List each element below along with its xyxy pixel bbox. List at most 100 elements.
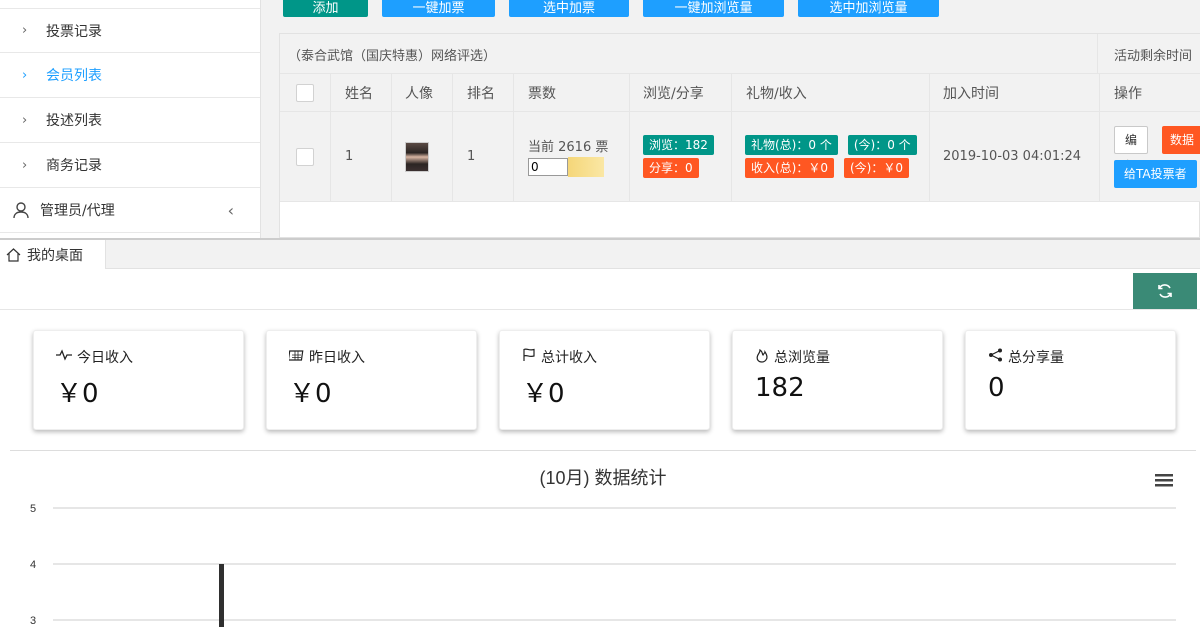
flag-icon [522,348,536,366]
sidebar-item-member-list[interactable]: › 会员列表 [0,53,260,98]
gifts-income-cell: 礼物(总)：0 个 (今)：0 个 收入(总)：￥0 (今)：￥0 [731,112,929,202]
gift-total-badge: 礼物(总)：0 个 [745,135,838,155]
stat-value: 0 [988,373,1005,403]
sidebar-item-label: 投票记录 [46,23,102,40]
tab-bar: 我的桌面 [0,238,1200,269]
name-cell: 1 [330,112,391,202]
share-icon [988,348,1003,366]
vote-for-button[interactable]: 给TA投票者 [1114,159,1197,188]
shares-badge: 分享：0 [643,158,699,178]
stat-card-yesterday-income: 昨日收入 ￥0 [266,330,477,430]
row-checkbox[interactable] [296,147,314,166]
home-icon [6,247,21,262]
sidebar-item-complaint-list[interactable]: › 投述列表 [0,98,260,143]
add-button[interactable]: 添加 [283,0,368,17]
actions-cell: 编辑 数据 给TA投票者 [1099,112,1200,202]
selected-add-votes-button[interactable]: 选中加票 [509,0,629,17]
stat-card-total-shares: 总分享量 0 [965,330,1176,430]
tab-my-desktop[interactable]: 我的桌面 [0,240,106,269]
gift-today-badge: (今)：0 个 [847,135,917,155]
chevron-right-icon: › [22,157,28,173]
sidebar: › 投票记录 › 会员列表 › 投述列表 › 商务记录 管理员/代理 ‹ [0,0,261,238]
chevron-right-icon: › [22,67,28,83]
row-select-cell [280,112,330,202]
divider [629,74,630,202]
refresh-button[interactable] [1133,273,1197,309]
y-tick-label: 5 [30,503,36,515]
stat-value: ￥0 [289,379,332,409]
sidebar-item-business-records[interactable]: › 商务记录 [0,143,260,188]
chevron-right-icon: › [22,23,28,38]
divider [330,74,331,202]
column-header[interactable]: 操作 [1099,74,1200,112]
member-table: （泰合武馆（国庆特惠）网络评选） 活动剩余时间 姓名 人像 排名 票数 浏览/分… [279,33,1200,238]
views-badge: 浏览：182 [643,135,714,155]
column-header[interactable]: 人像 [391,74,452,112]
column-header[interactable]: 礼物/收入 [731,74,929,112]
desktop-toolbar [0,269,1200,310]
select-all-checkbox[interactable] [296,83,314,102]
current-votes-text: 当前 2616 票 [528,140,609,155]
avatar[interactable] [405,141,429,172]
votes-cell: 当前 2616 票 0 [513,112,629,202]
income-today-badge: (今)：￥0 [844,158,909,178]
stat-card-total-views: 总浏览量 182 [732,330,943,430]
stat-title: 今日收入 [77,350,133,366]
stat-title: 总计收入 [541,350,597,366]
sidebar-item-admin[interactable]: 管理员/代理 ‹ [0,188,260,233]
divider [1097,34,1098,74]
chevron-left-icon: ‹ [227,200,234,220]
tab-label: 我的桌面 [27,247,83,264]
stat-title: 总浏览量 [774,350,830,366]
selected-add-views-button[interactable]: 选中加浏览量 [798,0,939,17]
chevron-right-icon: › [22,112,28,128]
divider [452,74,453,202]
column-header[interactable]: 姓名 [330,74,391,112]
divider [513,74,514,202]
join-time-cell: 2019-10-03 04:01:24 [929,112,1099,202]
divider [731,74,732,202]
stat-value: ￥0 [522,379,565,409]
column-header[interactable]: 浏览/分享 [629,74,731,112]
sidebar-item-label: 投述列表 [46,113,102,129]
chart-title: (10月) 数据统计 [539,468,666,488]
rank-cell: 1 [452,112,513,202]
y-tick-label: 3 [30,615,36,627]
chart-menu-icon[interactable] [1155,474,1173,487]
portrait-cell [391,112,452,202]
stat-title: 总分享量 [1008,350,1064,366]
divider [391,74,392,202]
stats-chart: (10月) 数据统计 5 4 3 [30,468,1176,627]
chart-bar[interactable] [219,564,224,627]
column-header[interactable]: 排名 [452,74,513,112]
remaining-time-label: 活动剩余时间 [1114,49,1193,64]
sidebar-item-vote-records[interactable]: › 投票记录 [0,8,260,53]
fire-icon [755,348,769,367]
stat-card-today-income: 今日收入 ￥0 [33,330,244,430]
vote-amount-input[interactable]: 0 [528,158,568,176]
bulk-add-votes-button[interactable]: 一键加票 [382,0,495,17]
refresh-icon [1156,282,1174,300]
divider [1099,74,1100,202]
user-icon [12,201,40,219]
table-caption: （泰合武馆（国庆特惠）网络评选） 活动剩余时间 [280,34,1200,74]
bulk-add-views-button[interactable]: 一键加浏览量 [643,0,784,17]
sidebar-item-label: 商务记录 [46,158,102,174]
edit-button[interactable]: 编辑 [1114,125,1149,173]
stat-value: ￥0 [56,379,99,409]
income-total-badge: 收入(总)：￥0 [745,158,834,178]
select-all-cell [280,74,330,112]
add-vote-button[interactable] [568,157,604,177]
stat-value: 182 [755,373,805,403]
data-button[interactable]: 数据 [1162,125,1200,154]
pulse-icon [56,349,72,365]
stat-title: 昨日收入 [309,350,365,366]
divider [929,74,930,202]
stat-card-total-income: 总计收入 ￥0 [499,330,710,430]
views-shares-cell: 浏览：182 分享：0 [629,112,731,202]
column-header[interactable]: 加入时间 [929,74,1099,112]
sidebar-item-label: 会员列表 [46,68,102,84]
column-header[interactable]: 票数 [513,74,629,112]
activity-title: （泰合武馆（国庆特惠）网络评选） [288,49,497,64]
y-tick-label: 4 [30,559,36,571]
